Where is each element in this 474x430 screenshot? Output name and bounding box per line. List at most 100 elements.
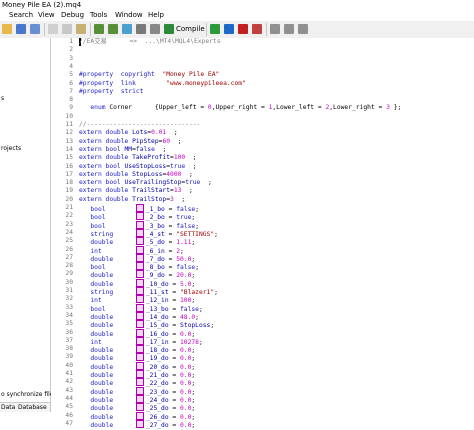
code-token: ; <box>210 322 215 330</box>
compile-button[interactable]: Compile <box>176 21 205 38</box>
code-line[interactable]: enum Corner {Upper_left = 0,Upper_right … <box>79 104 401 112</box>
code-token: ; <box>200 179 212 187</box>
code-line[interactable]: double _20_do = 0.0; <box>79 361 195 371</box>
paste-icon[interactable] <box>76 24 86 34</box>
code-line[interactable]: double _22_do = 0.0; <box>79 378 195 387</box>
code-token: TrailStop <box>132 195 167 203</box>
navigator-icon[interactable] <box>122 24 132 34</box>
menu-debug[interactable]: Debug <box>61 10 84 21</box>
code-line[interactable]: extern bool UseStopLoss=true ; <box>79 163 197 171</box>
line-number: 34 <box>65 311 73 319</box>
navigator-fragment[interactable]: rojects <box>1 145 21 152</box>
step-over-icon[interactable] <box>270 24 280 34</box>
code-token: extern <box>79 179 102 187</box>
code-line[interactable]: double _24_do = 0.0; <box>79 394 195 404</box>
code-line[interactable]: #property link "www.moneypileea.com" <box>79 80 246 88</box>
code-line[interactable]: extern double StopLoss=4000 ; <box>79 171 193 179</box>
code-token: bool <box>105 162 121 170</box>
code-line[interactable]: double _25_do = 0.0; <box>79 403 195 412</box>
code-line[interactable]: double _10_do = 5.0; <box>79 278 195 288</box>
code-token: Corner { <box>105 104 159 112</box>
menu-search[interactable]: Search <box>9 10 33 21</box>
code-line[interactable]: #property strict <box>79 88 143 96</box>
line-number: 6 <box>69 79 73 87</box>
variable-icon <box>135 245 144 254</box>
menu-view[interactable]: View <box>38 10 55 21</box>
code-editor[interactable]: //EA交易 => ...\MT4\MQL4\Experts #property … <box>79 38 474 429</box>
variable-icon <box>135 262 144 271</box>
code-line[interactable]: double _16_do = 0.0; <box>79 328 195 338</box>
save-all-icon[interactable] <box>30 24 40 34</box>
variable-icon <box>135 386 144 395</box>
code-line[interactable]: double _5_do = 1.11; <box>79 237 195 246</box>
code-token: extern <box>79 195 102 203</box>
code-line[interactable]: double _27_do = 0.0; <box>79 419 195 429</box>
open-folder-icon[interactable] <box>2 24 12 34</box>
code-line[interactable]: double _21_do = 0.0; <box>79 370 195 379</box>
cut-icon[interactable] <box>48 24 58 34</box>
code-line[interactable]: extern double TakeProfit=100 ; <box>79 154 197 162</box>
code-line[interactable]: bool _13_bo = false; <box>79 303 203 313</box>
tab-data[interactable]: Data <box>1 403 15 412</box>
code-token: ,Upper_right = <box>211 104 269 112</box>
menu-help[interactable]: Help <box>148 10 164 21</box>
code-line[interactable]: double _26_do = 0.0; <box>79 411 195 421</box>
window-titlebar: Money Pile EA (2).mq4 <box>0 0 474 10</box>
code-line[interactable]: double _18_do = 0.0; <box>79 345 195 354</box>
save-icon[interactable] <box>16 24 26 34</box>
code-token: 0.01 <box>151 129 167 137</box>
line-number: 10 <box>65 112 73 120</box>
code-line[interactable]: int _6_in = 2; <box>79 245 184 255</box>
code-line[interactable]: extern double TrailStop=3 ; <box>79 196 185 204</box>
copy-icon[interactable] <box>62 24 72 34</box>
code-line[interactable]: int _17_in = 10278; <box>79 336 203 346</box>
code-line[interactable]: string _11_st = "Blazer1"; <box>79 287 218 296</box>
undo-icon[interactable] <box>94 24 104 34</box>
code-line[interactable]: bool _8_bo = false; <box>79 262 199 271</box>
code-token: extern <box>79 137 102 145</box>
code-line[interactable]: extern double PipStep=60 ; <box>79 138 181 146</box>
code-line[interactable]: //------------------------------ <box>79 121 200 129</box>
code-line[interactable]: #property copyright "Money Pile EA" <box>79 71 219 79</box>
code-line[interactable]: double _15_do = StopLoss; <box>79 320 215 330</box>
code-token: UseTrailingStop <box>124 179 182 187</box>
menu-tools[interactable]: Tools <box>90 10 107 21</box>
code-line[interactable]: extern bool UseTrailingStop=true ; <box>79 179 212 187</box>
code-line[interactable]: string _4_st = "SETTINGS"; <box>79 228 218 238</box>
find-icon[interactable] <box>150 24 160 34</box>
code-line[interactable]: extern bool MM=false ; <box>79 146 166 154</box>
navigator-fragment[interactable]: s <box>1 95 4 102</box>
code-line[interactable]: extern double TrailStart=13 ; <box>79 187 193 195</box>
code-line[interactable]: int _12_in = 100; <box>79 295 195 304</box>
redo-icon[interactable] <box>108 24 118 34</box>
menu-window[interactable]: Window <box>115 10 143 21</box>
window-title: Money Pile EA (2).mq4 <box>2 1 82 9</box>
profile-icon[interactable] <box>252 24 262 34</box>
code-token: 4000 <box>166 170 182 178</box>
step-out-icon[interactable] <box>298 24 308 34</box>
code-line[interactable]: double _7_do = 50.0; <box>79 253 195 263</box>
code-line[interactable]: bool _2_bo = true; <box>79 212 195 221</box>
toolbox-icon[interactable] <box>136 24 146 34</box>
code-line[interactable]: //EA交易 => ...\MT4\MQL4\Experts <box>79 38 221 46</box>
code-line[interactable]: double _14_do = 48.0; <box>79 311 199 321</box>
step-into-icon[interactable] <box>284 24 294 34</box>
code-line[interactable]: extern double Lots=0.01 ; <box>79 129 178 137</box>
code-token: ; <box>173 195 186 203</box>
tab-database[interactable]: Database <box>18 403 47 412</box>
code-token: double <box>105 195 129 203</box>
code-line[interactable]: bool _1_bo = false; <box>79 204 199 213</box>
code-token: link <box>120 79 136 87</box>
code-line[interactable]: double _19_do = 0.0; <box>79 353 195 362</box>
code-line[interactable]: bool _3_bo = false; <box>79 220 199 230</box>
start-debug-icon[interactable] <box>210 24 220 34</box>
compile-icon[interactable] <box>164 24 174 34</box>
line-number: 15 <box>65 154 73 162</box>
code-token: _27_do <box>145 421 169 429</box>
stop-icon[interactable] <box>238 24 248 34</box>
code-line[interactable]: double _23_do = 0.0; <box>79 386 195 396</box>
code-line[interactable]: double _9_do = 20.0; <box>79 270 195 279</box>
pause-icon[interactable] <box>224 24 234 34</box>
